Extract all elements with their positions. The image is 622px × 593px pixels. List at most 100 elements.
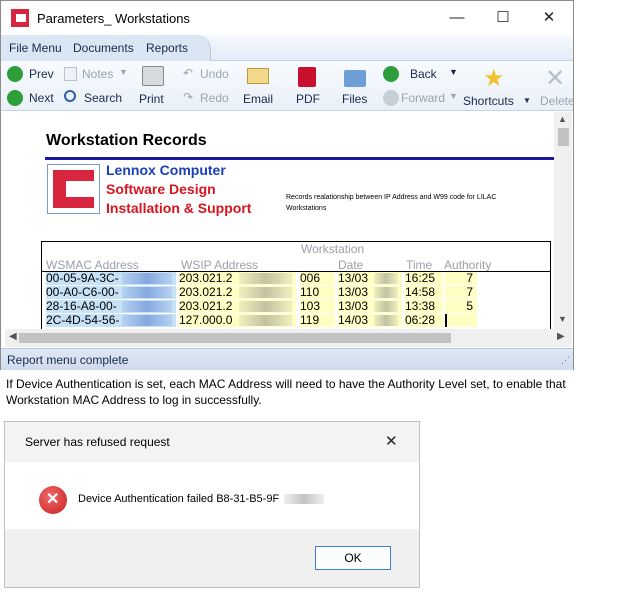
minimize-button[interactable]: — [437,7,477,29]
dialog-title-bar: Server has refused request ✕ [5,422,419,462]
notes-label: Notes [82,67,114,81]
back-label: Back [410,67,437,81]
title-rule [45,157,554,160]
cell-time-text: 13:38 [405,300,436,313]
window-title: Parameters_ Workstations [37,11,190,26]
redaction-blur [122,301,172,312]
company-logo [47,164,100,214]
cell-time: 16:25 [405,272,443,285]
table-row: 00-05-9A-3C- 203.021.2 006 13/03 16:25 7 [42,272,550,285]
shortcuts-button[interactable]: ★ Shortcuts ▼ [463,64,533,108]
undo-label: Undo [200,67,229,81]
back-dropdown-icon: ▼ [449,67,458,77]
forward-label: Forward [401,91,446,105]
email-button[interactable]: Email [242,64,276,108]
table-row: 00-A0-C6-00- 203.021.2 110 13/03 14:58 7 [42,286,550,299]
logo-cutout [66,181,94,197]
header-time: Time [406,258,433,272]
resize-grip-icon[interactable]: ⋰ [561,355,570,366]
company-name: Lennox Computer [106,162,226,178]
print-label: Print [139,92,164,106]
cell-code: 103 [300,300,335,313]
files-label: Files [342,92,368,106]
menu-reports[interactable]: Reports [146,41,188,55]
status-bar: Report menu complete ⋰ [1,348,573,370]
menu-file[interactable]: File Menu [9,41,62,55]
cell-authority: 7 [445,272,477,285]
delete-label: Delete [540,94,573,108]
cell-mac-text: 00-A0-C6-00- [46,286,119,299]
redaction-blur [239,301,292,312]
dialog-message: Device Authentication failed B8-31-B5-9F [78,493,325,505]
email-label: Email [243,92,274,106]
cell-time: 13:38 [405,300,443,313]
cell-date: 13/03 [338,272,402,285]
cell-authority-text: 7 [466,286,473,299]
print-button[interactable]: Print [139,64,169,108]
vertical-scroll-thumb[interactable] [558,128,569,146]
scroll-down-icon[interactable]: ▼ [558,314,567,324]
cell-authority [445,314,477,327]
maximize-button[interactable]: ☐ [483,7,523,29]
company-line-3: Installation & Support [106,200,252,216]
dialog-close-button[interactable]: ✕ [385,432,398,450]
close-button[interactable]: ✕ [529,7,569,29]
scroll-right-icon[interactable]: ▶ [557,331,565,342]
cell-authority-text: 5 [466,300,473,313]
cell-code-text: 110 [300,286,320,299]
error-x-glyph: ✕ [46,491,60,508]
cell-ip: 203.021.2 [179,300,296,313]
dialog-title: Server has refused request [25,435,170,449]
cell-date-text: 13/03 [338,300,369,313]
cell-date: 13/03 [338,286,402,299]
cell-time-text: 16:25 [405,272,436,285]
undo-icon: ↶ [183,66,194,80]
shortcuts-dropdown-icon: ▼ [523,96,531,105]
vertical-scrollbar[interactable]: ▲ ▼ [554,112,572,329]
explanatory-note: If Device Authentication is set, each MA… [6,377,566,407]
scroll-left-icon[interactable]: ◀ [9,331,17,342]
cell-ip: 203.021.2 [179,286,296,299]
folder-icon [344,70,366,87]
search-icon [64,90,76,102]
forward-dropdown-icon: ▼ [449,91,458,101]
cell-code-text: 103 [300,300,321,313]
cell-date: 14/03 [338,314,402,327]
cell-cursor [445,314,447,327]
files-button[interactable]: Files [340,64,374,108]
redo-icon: ↷ [183,90,194,104]
toolbar: Prev Next Notes ▼ Search Print ↶ Undo ↷ [1,61,573,111]
forward-arrow-icon [383,90,399,106]
scroll-up-icon[interactable]: ▲ [558,114,567,124]
cell-code-text: 006 [300,272,321,285]
status-text: Report menu complete [7,353,129,367]
prev-label: Prev [29,67,54,81]
redacted-suffix [284,494,325,505]
cell-authority: 5 [445,300,477,313]
cell-ip-text: 203.021.2 [179,286,233,299]
printer-icon [142,66,164,86]
menu-documents[interactable]: Documents [73,41,134,55]
cell-ip-text: 127.000.0 [179,314,233,327]
company-line-2: Software Design [106,181,216,197]
error-dialog: Server has refused request ✕ ✕ Device Au… [4,421,420,588]
table-row: 28-16-A8-00- 203.021.2 103 13/03 13:38 5 [42,300,550,313]
pdf-label: PDF [296,92,320,106]
delete-button[interactable]: ✕ Delete [539,64,573,108]
redaction-blur [239,273,292,284]
header-ip: WSIP Address [181,258,259,272]
redo-label: Redo [200,91,229,105]
redaction-blur [122,273,172,284]
ok-button[interactable]: OK [315,546,391,570]
parameters-window: Parameters_ Workstations — ☐ ✕ File Menu… [0,0,574,370]
pdf-button[interactable]: PDF [293,64,323,108]
horizontal-scroll-thumb[interactable] [19,333,451,343]
horizontal-scrollbar[interactable]: ◀ ▶ [5,329,572,347]
header-mac: WSMAC Address [46,258,139,272]
cell-authority-text: 7 [466,272,473,285]
redaction-blur [374,273,398,284]
envelope-icon [247,68,269,84]
error-icon: ✕ [39,486,67,514]
cell-mac: 00-A0-C6-00- [46,286,176,299]
redaction-blur [239,287,292,298]
